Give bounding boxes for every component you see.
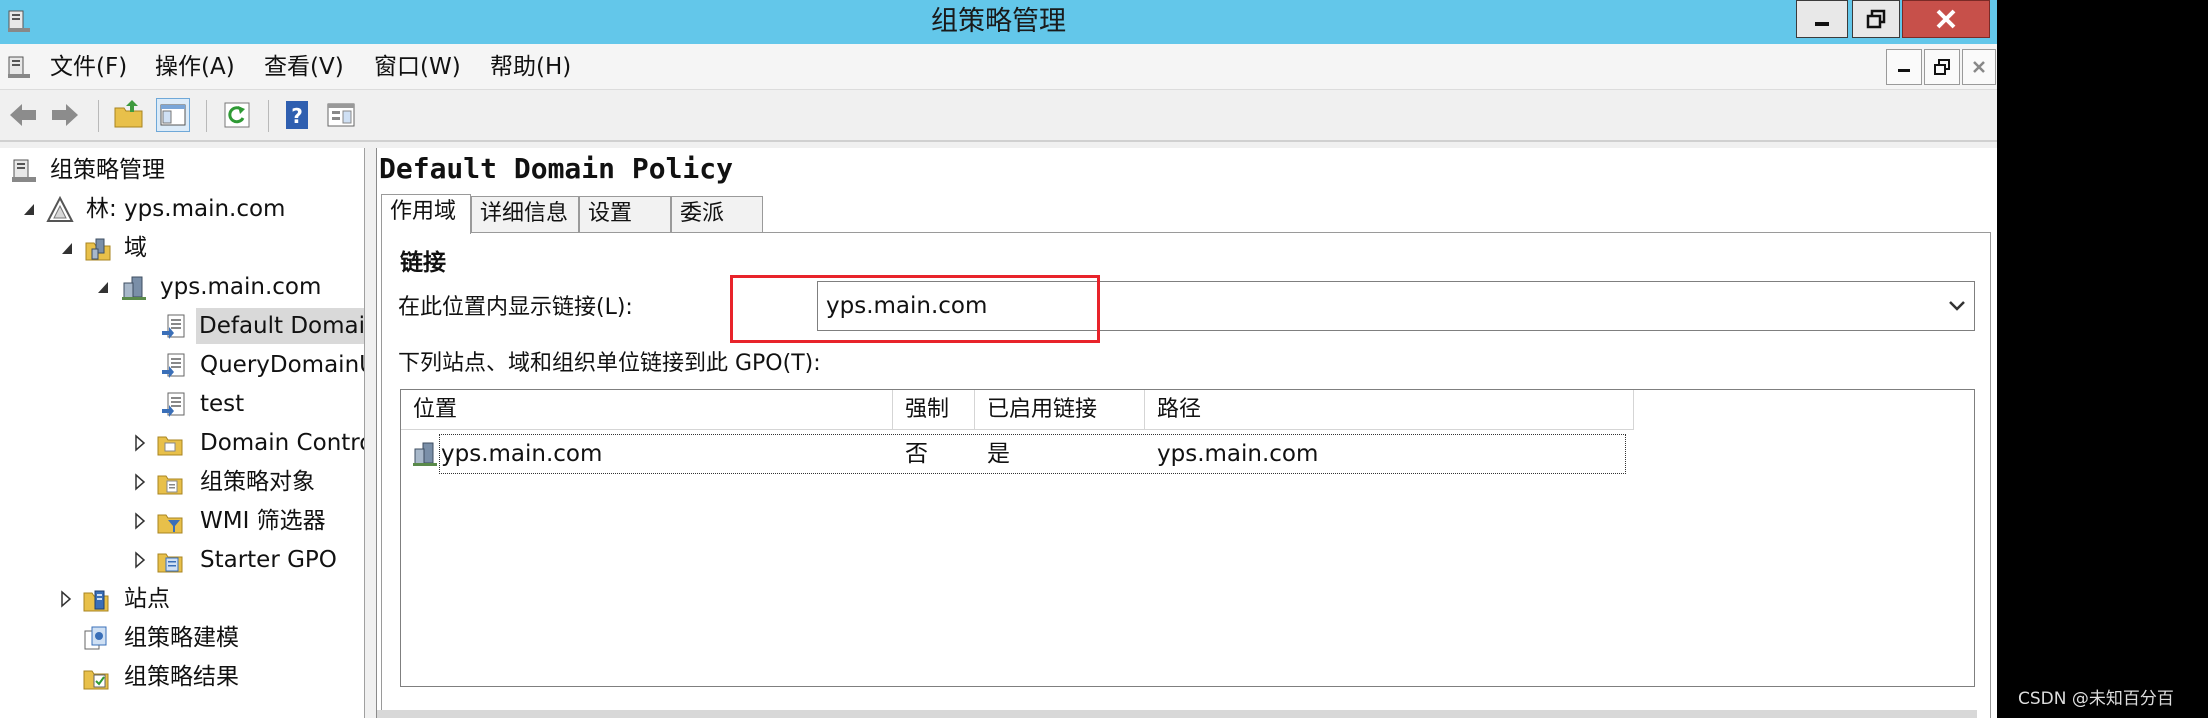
gpo-title: Default Domain Policy: [379, 152, 734, 185]
collapse-triangle-icon[interactable]: [22, 191, 38, 227]
scope-tab-panel: 链接 在此位置内显示链接(L): yps.main.com 下列站点、域和组织单…: [381, 232, 1991, 718]
tab-delegation[interactable]: 委派: [671, 196, 763, 232]
svg-text:?: ?: [291, 104, 303, 128]
tab-details[interactable]: 详细信息: [471, 196, 579, 232]
expand-triangle-icon[interactable]: [58, 581, 74, 617]
column-header-enforced[interactable]: 强制: [893, 390, 975, 430]
toolbar-separator: [268, 100, 269, 132]
tree-label: 站点: [124, 586, 170, 612]
mdi-restore-button[interactable]: [1924, 49, 1960, 85]
chevron-down-icon[interactable]: [1948, 298, 1966, 317]
help-icon[interactable]: ?: [280, 98, 314, 132]
toolbar: ?: [0, 90, 1997, 142]
title-bar[interactable]: 组策略管理: [0, 0, 1997, 44]
show-hide-tree-icon[interactable]: [156, 98, 190, 132]
toolbar-separator: [98, 100, 99, 132]
gpmc-icon: [10, 157, 38, 185]
menu-view[interactable]: 查看(V): [264, 52, 344, 82]
watermark: CSDN @未知百分百: [2018, 689, 2174, 709]
gpo-link-icon: [160, 313, 188, 341]
results-icon: [82, 664, 110, 692]
gpo-link-icon: [160, 391, 188, 419]
tree-label: Starter GPO: [200, 547, 337, 573]
menu-help[interactable]: 帮助(H): [490, 52, 571, 82]
refresh-icon[interactable]: [220, 98, 254, 132]
tree-label: 组策略建模: [124, 625, 239, 651]
collapse-triangle-icon[interactable]: [60, 230, 76, 266]
ou-folder-icon: [156, 430, 184, 458]
tree-label: yps.main.com: [160, 274, 322, 300]
tree-label: 组策略结果: [124, 664, 239, 690]
properties-icon[interactable]: [324, 98, 358, 132]
menu-window[interactable]: 窗口(W): [374, 52, 461, 82]
navigation-tree: 组策略管理 林: yps.main.com 域 yps.main.com Def…: [0, 148, 365, 718]
up-folder-icon[interactable]: [112, 98, 146, 132]
tree-label: 组策略对象: [200, 469, 315, 495]
window-title: 组策略管理: [931, 6, 1066, 37]
mdi-minimize-button[interactable]: [1886, 49, 1922, 85]
details-pane: Default Domain Policy 作用域 详细信息 设置 委派 链接 …: [377, 148, 1997, 718]
restore-button[interactable]: [1852, 0, 1900, 38]
modeling-icon: [82, 625, 110, 653]
forward-arrow-icon[interactable]: [48, 98, 82, 132]
location-label: 在此位置内显示链接(L):: [398, 295, 633, 320]
expand-triangle-icon[interactable]: [132, 464, 148, 500]
cell-path: yps.main.com: [1157, 441, 1319, 467]
console-icon[interactable]: [6, 54, 32, 80]
sites-folder-icon: [82, 586, 110, 614]
tree-label: QueryDomainUsers: [200, 352, 364, 378]
tree-label: 域: [124, 235, 147, 261]
column-header-link-enabled[interactable]: 已启用链接: [975, 390, 1145, 430]
app-window: 组策略管理 文件(F) 操作(A) 查看(V) 窗口(W) 帮助(H) ? 组策…: [0, 0, 1997, 718]
starter-gpo-folder-icon: [156, 547, 184, 575]
toolbar-separator: [206, 100, 207, 132]
row-focus-rect: [439, 434, 1626, 474]
forest-icon: [46, 195, 74, 224]
tree-label: 组策略管理: [50, 157, 165, 183]
domains-folder-icon: [84, 235, 112, 263]
tree-label: WMI 筛选器: [200, 508, 326, 534]
column-header-location[interactable]: 位置: [401, 390, 893, 430]
column-header-path[interactable]: 路径: [1145, 390, 1634, 430]
menu-file[interactable]: 文件(F): [50, 52, 127, 82]
cell-enforced: 否: [905, 441, 928, 467]
collapse-triangle-icon[interactable]: [96, 269, 112, 305]
menu-bar: 文件(F) 操作(A) 查看(V) 窗口(W) 帮助(H): [0, 44, 1997, 90]
tab-scope[interactable]: 作用域: [381, 194, 471, 234]
tree-label: Default Domain Policy: [196, 308, 364, 344]
tab-settings[interactable]: 设置: [579, 196, 671, 232]
highlight-annotation-box: [730, 275, 1100, 343]
horizontal-scrollbar[interactable]: [377, 710, 1977, 718]
gpo-link-icon: [160, 352, 188, 380]
mdi-close-button[interactable]: [1962, 49, 1996, 85]
back-arrow-icon[interactable]: [6, 98, 40, 132]
close-button[interactable]: [1902, 0, 1990, 38]
links-table: 位置 强制 已启用链接 路径 yps.main.com 否 是 yps.main…: [400, 389, 1975, 687]
tree-label: 林: yps.main.com: [86, 196, 286, 222]
links-section-title: 链接: [400, 250, 446, 276]
domain-icon: [411, 440, 439, 468]
expand-triangle-icon[interactable]: [132, 425, 148, 461]
table-row[interactable]: yps.main.com 否 是 yps.main.com: [409, 434, 1626, 474]
expand-triangle-icon[interactable]: [132, 503, 148, 539]
pane-splitter[interactable]: [365, 148, 377, 718]
filter-folder-icon: [156, 508, 184, 536]
cell-link-enabled: 是: [987, 441, 1010, 467]
gpo-folder-icon: [156, 469, 184, 497]
tree-label: Domain Controllers: [200, 430, 364, 456]
minimize-button[interactable]: [1796, 0, 1848, 38]
menu-action[interactable]: 操作(A): [155, 52, 235, 82]
linked-locations-label: 下列站点、域和组织单位链接到此 GPO(T):: [398, 351, 821, 376]
cell-location: yps.main.com: [441, 441, 603, 467]
tree-label: test: [200, 391, 245, 417]
domain-icon: [120, 274, 148, 302]
expand-triangle-icon[interactable]: [132, 542, 148, 578]
